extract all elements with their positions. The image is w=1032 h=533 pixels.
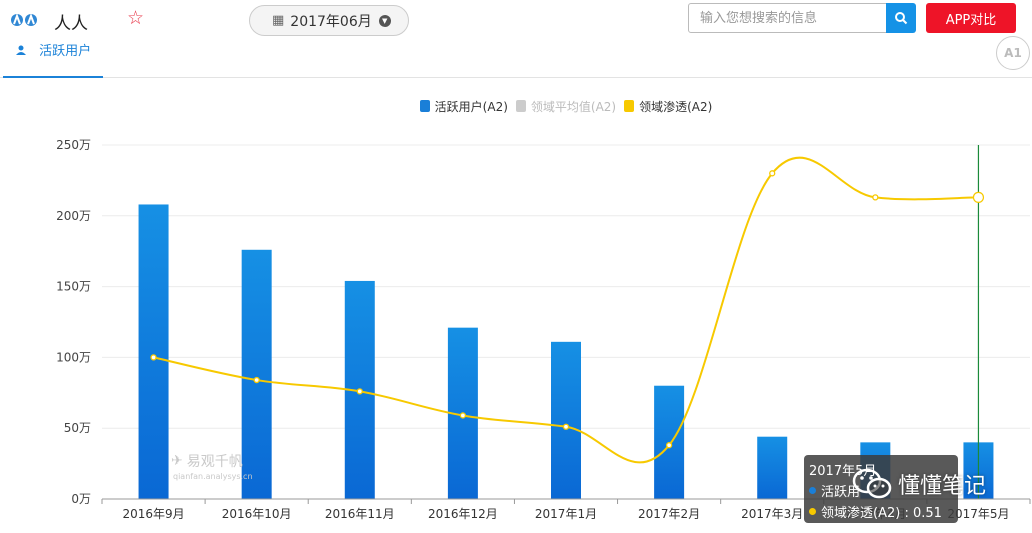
search-input[interactable]	[688, 3, 888, 33]
tab-active-users[interactable]: 活跃用户	[3, 40, 103, 78]
legend-item-active-users[interactable]: 活跃用户(A2)	[419, 98, 508, 114]
legend-label: 领域渗透(A2)	[639, 99, 713, 114]
app-name: 人人	[54, 14, 88, 34]
app-compare-button[interactable]: APP对比	[926, 3, 1016, 33]
top-bar: 人人 ☆ ▦ 2017年06月 ▼ APP对比	[0, 0, 1032, 44]
penetration-point	[459, 412, 467, 419]
watermark-sub: qianfan.analysys.cn	[173, 472, 253, 481]
a1-badge[interactable]: A1	[996, 36, 1030, 70]
tooltip-dot	[809, 508, 816, 515]
penetration-point	[665, 442, 673, 449]
date-label: 2017年06月	[290, 13, 372, 30]
user-icon	[16, 45, 26, 55]
x-tick-label: 2016年11月	[325, 507, 395, 521]
tooltip-dot	[809, 487, 816, 494]
y-tick-label: 50万	[64, 421, 91, 435]
legend-swatch	[419, 100, 430, 112]
watermark-main: 易观千帆	[186, 454, 243, 470]
y-tick-label: 100万	[56, 350, 91, 364]
favorite-star-icon[interactable]: ☆	[127, 7, 144, 29]
wechat-watermark: 懂懂笔记	[852, 466, 986, 502]
tooltip-row-penetration: 领域渗透(A2) : 0.51	[809, 502, 953, 521]
bar	[551, 341, 581, 499]
renren-logo-icon	[10, 10, 38, 30]
wechat-label: 懂懂笔记	[898, 474, 987, 499]
tab-row: 活跃用户 A1	[0, 36, 1032, 78]
legend-label: 领域平均值(A2)	[530, 99, 617, 114]
bar	[757, 436, 788, 499]
search-icon	[895, 12, 908, 25]
penetration-point	[972, 191, 985, 203]
tab-active-users-label: 活跃用户	[39, 44, 92, 59]
penetration-point	[356, 388, 363, 395]
x-tick-label: 2017年2月	[638, 507, 700, 521]
legend-label: 活跃用户(A2)	[434, 99, 508, 114]
chevron-down-icon: ▼	[378, 14, 391, 27]
bar	[138, 204, 169, 500]
legend-item-domain-average[interactable]: 领域平均值(A2)	[515, 98, 617, 114]
legend-item-domain-penetration[interactable]: 领域渗透(A2)	[624, 98, 712, 114]
watermark-logo-icon: ✈	[171, 453, 183, 469]
x-tick-label: 2017年1月	[535, 507, 597, 521]
x-tick-label: 2016年9月	[122, 507, 184, 521]
tooltip-row-label: 领域渗透(A2) : 0.51	[821, 506, 942, 521]
y-tick-label: 200万	[56, 209, 91, 223]
date-selector[interactable]: ▦ 2017年06月 ▼	[249, 5, 409, 36]
penetration-point	[150, 354, 157, 361]
y-tick-label: 0万	[71, 492, 91, 506]
y-tick-label: 250万	[56, 138, 91, 152]
x-tick-label: 2016年10月	[222, 507, 292, 521]
calendar-icon: ▦	[272, 13, 285, 28]
watermark: ✈ 易观千帆 qianfan.analysys.cn	[171, 451, 253, 481]
y-tick-label: 150万	[56, 280, 91, 294]
legend-swatch	[624, 100, 635, 112]
penetration-point	[872, 194, 879, 201]
penetration-point	[769, 170, 776, 177]
x-tick-label: 2016年12月	[428, 507, 498, 521]
wechat-icon	[852, 468, 892, 499]
penetration-point	[562, 423, 570, 430]
legend-swatch	[515, 100, 526, 112]
search-button[interactable]	[886, 3, 916, 33]
chart-legend: 活跃用户(A2) 领域平均值(A2) 领域渗透(A2)	[0, 98, 1032, 114]
x-tick-label: 2017年3月	[741, 507, 803, 521]
penetration-point	[253, 376, 260, 384]
